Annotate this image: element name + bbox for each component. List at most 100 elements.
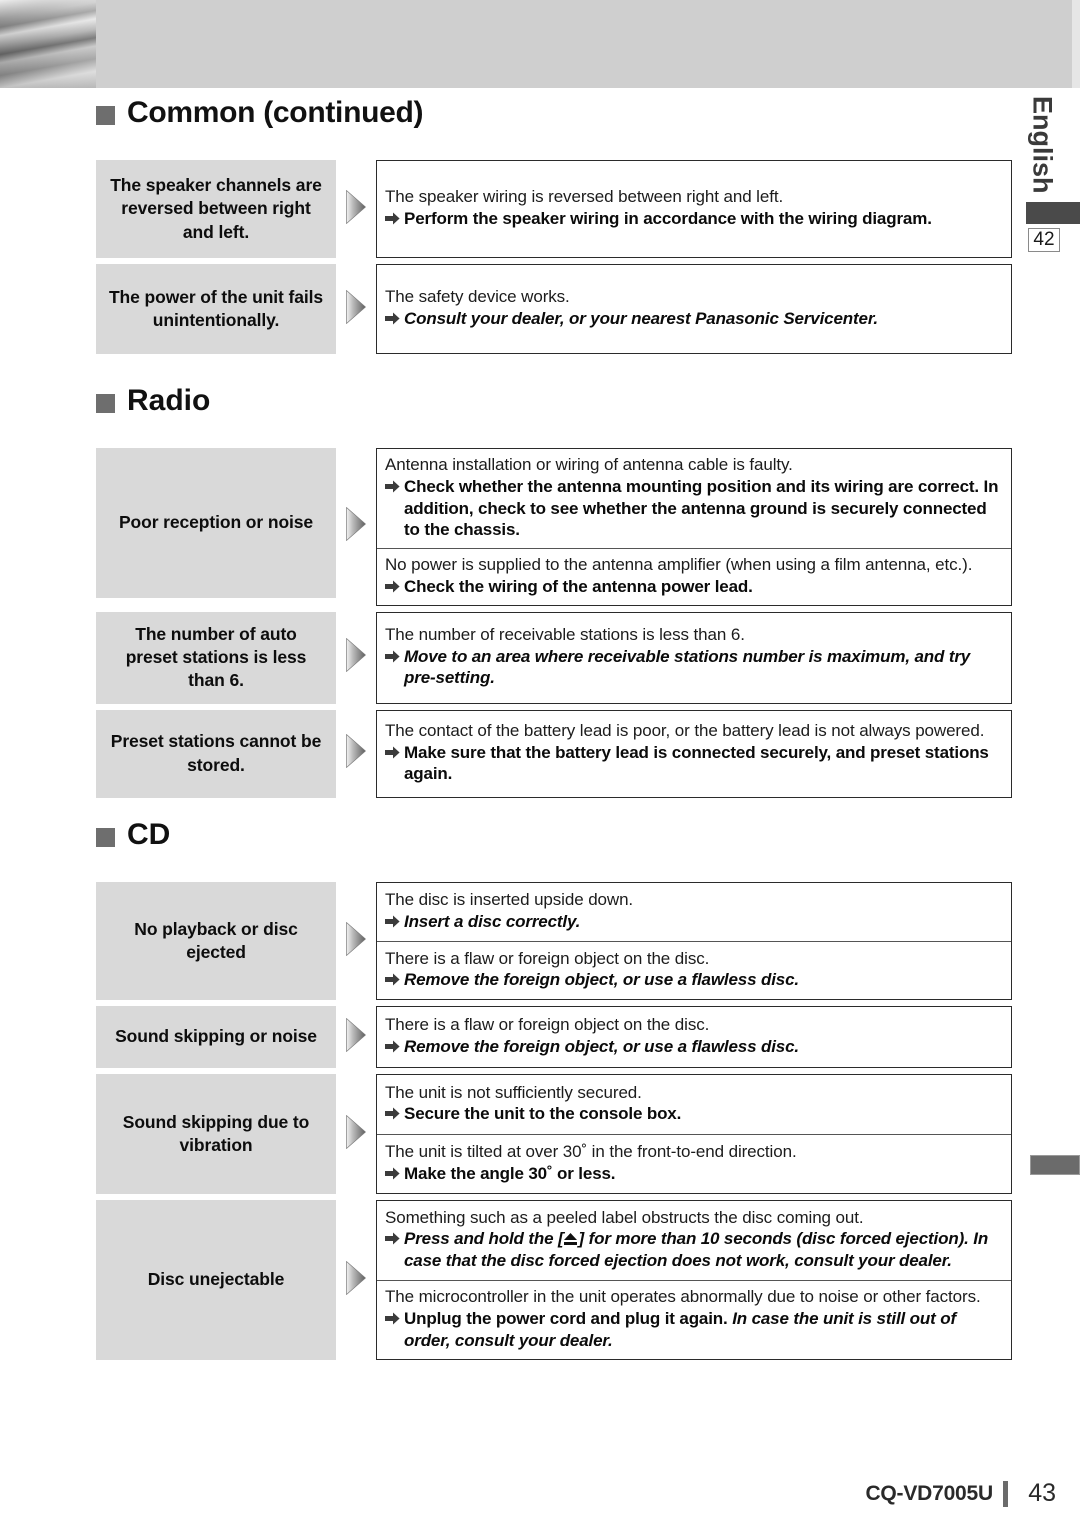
symptom-label: Sound skipping due to vibration xyxy=(96,1074,336,1194)
flow-arrow-cell xyxy=(336,1006,376,1068)
troubleshooting-row: The power of the unit fails unintentiona… xyxy=(96,264,1012,354)
page-footer: CQ-VD7005U 43 xyxy=(0,1479,1080,1508)
section-heading: Common (continued) xyxy=(96,96,424,130)
cause-text: There is a flaw or foreign object on the… xyxy=(385,1015,710,1035)
symptom-label: Sound skipping or noise xyxy=(96,1006,336,1068)
arrow-right-icon xyxy=(385,1228,404,1250)
cause-remedy-box: The safety device works. Consult your dea… xyxy=(376,264,1012,354)
triangle-right-icon xyxy=(346,921,367,961)
cause-text: There is a flaw or foreign object on the… xyxy=(385,948,710,968)
section-heading-text: CD xyxy=(127,818,171,851)
symptom-label: The number of auto preset stations is le… xyxy=(96,611,336,704)
arrow-right-icon xyxy=(385,1103,404,1125)
triangle-right-icon xyxy=(346,1260,367,1300)
remedy-text: Perform the speaker wiring in accordance… xyxy=(385,208,1003,230)
flow-arrow-cell xyxy=(336,160,376,258)
troubleshooting-row: Sound skipping due to vibration The unit … xyxy=(96,1074,1012,1194)
cause-remedy-entry: The microcontroller in the unit operates… xyxy=(377,1279,1011,1360)
arrow-right-icon xyxy=(385,308,404,330)
cause-remedy-entry: The speaker wiring is reversed between r… xyxy=(377,161,1011,257)
arrow-right-icon xyxy=(385,476,404,498)
cause-remedy-entry: There is a flaw or foreign object on the… xyxy=(377,940,1011,1000)
cause-text: The number of receivable stations is les… xyxy=(385,624,745,644)
cause-text: The unit is not sufficiently secured. xyxy=(385,1082,642,1102)
section-bullet-icon xyxy=(96,827,115,847)
cause-remedy-box: The unit is not sufficiently secured. Sec… xyxy=(376,1074,1012,1194)
remedy-text: Press and hold the [] for more than 10 s… xyxy=(385,1228,1003,1272)
triangle-right-icon xyxy=(346,733,367,773)
cause-remedy-entry: Something such as a peeled label obstruc… xyxy=(377,1201,1011,1280)
flow-arrow-cell xyxy=(336,612,376,704)
cause-remedy-entry: The contact of the battery lead is poor,… xyxy=(377,711,1011,797)
flow-arrow-cell xyxy=(336,264,376,354)
symptom-label: No playback or disc ejected xyxy=(96,882,336,1000)
symptom-text: Preset stations cannot be stored. xyxy=(110,731,322,775)
symptom-label: Poor reception or noise xyxy=(96,448,336,598)
troubleshooting-row: No playback or disc ejected The disc is i… xyxy=(96,882,1012,1000)
symptom-text: No playback or disc ejected xyxy=(134,918,298,962)
remedy-text: Consult your dealer, or your nearest Pan… xyxy=(385,308,1003,330)
section-heading: Radio xyxy=(96,384,210,418)
cause-text: The disc is inserted upside down. xyxy=(385,890,634,909)
section-bullet-icon xyxy=(96,393,115,413)
cause-text: No power is supplied to the antenna ampl… xyxy=(385,555,973,574)
remedy-text: Make sure that the battery lead is conne… xyxy=(385,742,1003,786)
cause-text: Something such as a peeled label obstruc… xyxy=(385,1207,864,1227)
symptom-text: Sound skipping due to vibration xyxy=(122,1111,310,1155)
language-label: English xyxy=(1027,96,1058,194)
symptom-label: Preset stations cannot be stored. xyxy=(96,709,336,798)
arrow-right-icon xyxy=(385,576,404,598)
cause-remedy-entry: Antenna installation or wiring of antenn… xyxy=(377,449,1011,548)
cause-remedy-entry: The safety device works. Consult your dea… xyxy=(377,265,1011,353)
remedy-text: Check whether the antenna mounting posit… xyxy=(385,476,1003,541)
arrow-right-icon xyxy=(385,1308,404,1330)
footer-divider xyxy=(1003,1480,1008,1507)
side-edge-marker-bar xyxy=(1030,1155,1080,1175)
remedy-text: Secure the unit to the console box. xyxy=(385,1103,1003,1125)
triangle-right-icon xyxy=(346,289,367,329)
triangle-right-icon xyxy=(346,637,367,677)
arrow-right-icon xyxy=(385,911,404,933)
remedy-text: Insert a disc correctly. xyxy=(385,911,1003,933)
flow-arrow-cell xyxy=(336,1200,376,1360)
symptom-label: Disc unejectable xyxy=(96,1200,336,1360)
section-heading-text: Common (continued) xyxy=(127,96,424,129)
cause-remedy-box: There is a flaw or foreign object on the… xyxy=(376,1006,1012,1068)
cause-text: Antenna installation or wiring of antenn… xyxy=(385,455,793,474)
manual-page: English 42 Common (continued) The speaker… xyxy=(0,0,1080,1526)
remedy-text: Remove the foreign object, or use a flaw… xyxy=(385,1036,1003,1058)
cause-text: The unit is tilted at over 30˚ in the fr… xyxy=(385,1142,797,1161)
troubleshooting-row: Preset stations cannot be stored. The con… xyxy=(96,709,1012,798)
cause-remedy-entry: The number of receivable stations is les… xyxy=(377,613,1011,703)
arrow-right-icon xyxy=(385,646,404,668)
arrow-right-icon xyxy=(385,742,404,764)
section-heading-text: Radio xyxy=(127,384,211,417)
triangle-right-icon xyxy=(346,1017,367,1057)
symptom-text: The number of auto preset stations is le… xyxy=(125,623,307,691)
symptom-label: The speaker channels are reversed betwee… xyxy=(96,160,336,258)
remedy-text: Unplug the power cord and plug it again.… xyxy=(385,1308,1003,1352)
cause-remedy-entry: The unit is tilted at over 30˚ in the fr… xyxy=(377,1133,1011,1194)
symptom-label: The power of the unit fails unintentiona… xyxy=(96,264,336,354)
arrow-right-icon xyxy=(385,1163,404,1185)
remedy-text: Check the wiring of the antenna power le… xyxy=(385,576,1003,598)
symptom-text: Disc unejectable xyxy=(147,1269,285,1290)
remedy-text: Remove the foreign object, or use a flaw… xyxy=(385,969,1003,991)
cause-remedy-box: Something such as a peeled label obstruc… xyxy=(376,1200,1012,1360)
troubleshooting-row: The number of auto preset stations is le… xyxy=(96,611,1012,704)
cause-text: The speaker wiring is reversed between r… xyxy=(385,187,784,207)
remedy-text: Move to an area where receivable station… xyxy=(385,646,1003,690)
remedy-text: Make the angle 30˚ or less. xyxy=(385,1163,1003,1185)
cause-remedy-box: Antenna installation or wiring of antenn… xyxy=(376,448,1012,606)
flow-arrow-cell xyxy=(336,1074,376,1194)
troubleshooting-table: Poor reception or noise Antenna installat… xyxy=(96,448,1012,804)
cause-remedy-entry: No power is supplied to the antenna ampl… xyxy=(377,548,1011,605)
troubleshooting-table: The speaker channels are reversed betwee… xyxy=(96,160,1012,360)
troubleshooting-table: No playback or disc ejected The disc is i… xyxy=(96,882,1012,1366)
triangle-right-icon xyxy=(346,506,367,546)
symptom-text: The power of the unit fails unintentiona… xyxy=(108,286,324,330)
arrow-right-icon xyxy=(385,1036,404,1058)
troubleshooting-row: Sound skipping or noise There is a flaw o… xyxy=(96,1006,1012,1068)
flow-arrow-cell xyxy=(336,710,376,798)
folio-page-number: 43 xyxy=(1028,1479,1056,1507)
